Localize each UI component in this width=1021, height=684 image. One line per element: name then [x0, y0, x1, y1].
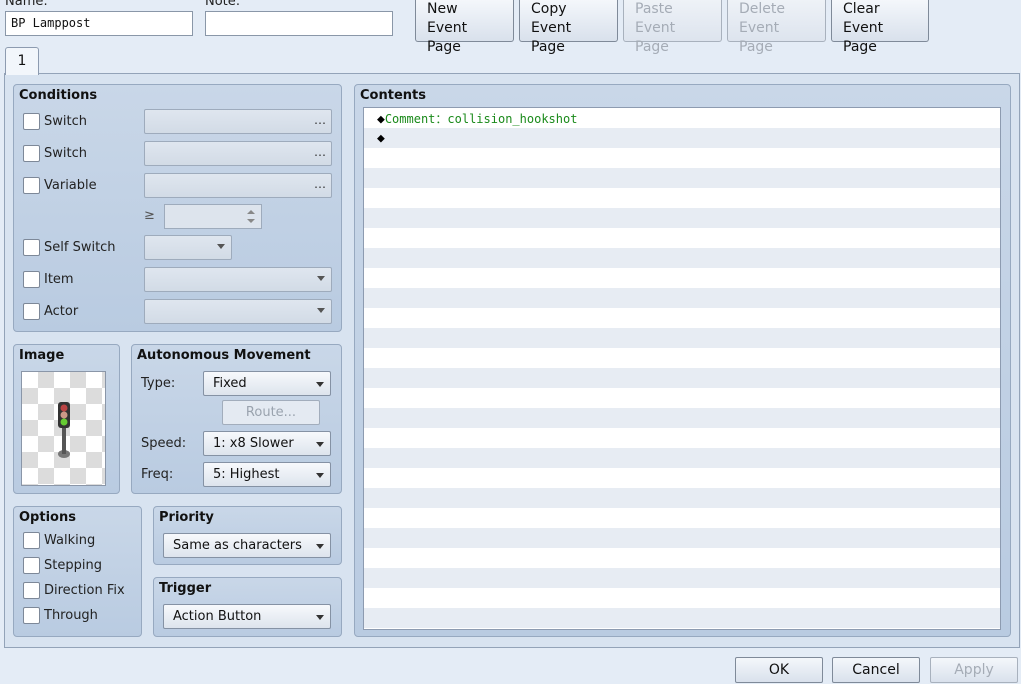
- chevron-down-icon: [217, 244, 225, 249]
- direction-fix-checkbox[interactable]: [23, 582, 40, 599]
- priority-dropdown[interactable]: Same as characters: [163, 533, 331, 558]
- options-group: Options Walking Stepping Direction Fix T…: [13, 506, 142, 637]
- image-group: Image: [13, 344, 120, 494]
- item-checkbox[interactable]: [23, 271, 40, 288]
- chevron-down-icon: [316, 473, 324, 478]
- comment-prefix: Comment：: [384, 112, 448, 126]
- empty-command-line[interactable]: ◆: [377, 128, 385, 148]
- options-title: Options: [19, 510, 76, 525]
- switch1-selector[interactable]: …: [144, 109, 332, 134]
- movement-freq-value: 5: Highest: [213, 467, 280, 482]
- chevron-down-icon: [316, 442, 324, 447]
- priority-value: Same as characters: [173, 538, 302, 553]
- diamond-icon: ◆: [377, 131, 385, 146]
- conditions-group: Conditions Switch … Switch … Variable … …: [13, 84, 342, 332]
- variable-value-spinner[interactable]: [164, 204, 262, 229]
- movement-freq-dropdown[interactable]: 5: Highest: [203, 462, 331, 487]
- contents-title: Contents: [360, 88, 426, 103]
- event-command-list[interactable]: ◆Comment：collision_hookshot ◆: [363, 107, 1001, 630]
- event-page-panel: Conditions Switch … Switch … Variable … …: [4, 73, 1020, 648]
- copy-event-page-button[interactable]: Copy Event Page: [519, 0, 618, 55]
- diamond-icon: ◆: [377, 112, 385, 127]
- name-input[interactable]: BP Lamppost: [5, 11, 193, 36]
- actor-label: Actor: [44, 304, 79, 319]
- item-dropdown[interactable]: [144, 267, 332, 292]
- image-title: Image: [19, 348, 65, 363]
- chevron-down-icon: [316, 544, 324, 549]
- apply-button[interactable]: Apply: [930, 657, 1018, 683]
- route-button[interactable]: Route...: [222, 400, 320, 425]
- trigger-value: Action Button: [173, 609, 262, 624]
- ellipsis-icon: …: [314, 145, 326, 159]
- note-label: Note:: [205, 0, 241, 9]
- speed-label: Speed:: [141, 436, 187, 451]
- name-label: Name:: [5, 0, 48, 9]
- movement-type-value: Fixed: [213, 376, 247, 391]
- trigger-dropdown[interactable]: Action Button: [163, 604, 331, 629]
- actor-dropdown[interactable]: [144, 299, 332, 324]
- switch2-selector[interactable]: …: [144, 141, 332, 166]
- movement-speed-dropdown[interactable]: 1: x8 Slower: [203, 431, 331, 456]
- actor-checkbox[interactable]: [23, 303, 40, 320]
- walking-label: Walking: [44, 533, 96, 548]
- note-input[interactable]: [205, 11, 393, 36]
- movement-speed-value: 1: x8 Slower: [213, 436, 294, 451]
- new-event-page-button[interactable]: New Event Page: [415, 0, 514, 55]
- item-label: Item: [44, 272, 74, 287]
- autonomous-movement-group: Autonomous Movement Type: Fixed Route...…: [131, 344, 342, 494]
- type-label: Type:: [141, 376, 176, 391]
- freq-label: Freq:: [141, 467, 174, 482]
- switch1-label: Switch: [44, 114, 87, 129]
- command-line[interactable]: ◆Comment：collision_hookshot: [377, 109, 577, 129]
- delete-event-page-button[interactable]: Delete Event Page: [727, 0, 826, 55]
- variable-label: Variable: [44, 178, 97, 193]
- chevron-down-icon: [317, 308, 325, 313]
- cancel-button[interactable]: Cancel: [832, 657, 920, 683]
- stepping-label: Stepping: [44, 558, 102, 573]
- spin-down-icon[interactable]: [247, 219, 255, 223]
- variable-checkbox[interactable]: [23, 177, 40, 194]
- direction-fix-label: Direction Fix: [44, 583, 125, 598]
- priority-group: Priority Same as characters: [153, 506, 342, 565]
- stepping-checkbox[interactable]: [23, 557, 40, 574]
- movement-type-dropdown[interactable]: Fixed: [203, 371, 331, 396]
- through-checkbox[interactable]: [23, 607, 40, 624]
- ok-button[interactable]: OK: [735, 657, 823, 683]
- tab-page-1[interactable]: 1: [5, 47, 39, 75]
- switch1-checkbox[interactable]: [23, 113, 40, 130]
- through-label: Through: [44, 608, 98, 623]
- spin-up-icon[interactable]: [247, 210, 255, 214]
- walking-checkbox[interactable]: [23, 532, 40, 549]
- conditions-title: Conditions: [19, 88, 98, 103]
- self-switch-dropdown[interactable]: [144, 235, 232, 260]
- contents-group: Contents ◆Comment：collision_hookshot ◆: [354, 84, 1011, 637]
- priority-title: Priority: [159, 510, 214, 525]
- chevron-down-icon: [316, 615, 324, 620]
- ellipsis-icon: …: [314, 113, 326, 127]
- chevron-down-icon: [317, 276, 325, 281]
- traffic-light-icon: [58, 402, 70, 458]
- character-image-box[interactable]: [21, 371, 106, 486]
- trigger-group: Trigger Action Button: [153, 577, 342, 637]
- switch2-checkbox[interactable]: [23, 145, 40, 162]
- self-switch-checkbox[interactable]: [23, 239, 40, 256]
- ge-symbol: ≥: [144, 208, 155, 223]
- switch2-label: Switch: [44, 146, 87, 161]
- movement-title: Autonomous Movement: [137, 348, 311, 363]
- comment-text: collision_hookshot: [447, 112, 578, 126]
- self-switch-label: Self Switch: [44, 240, 116, 255]
- chevron-down-icon: [316, 382, 324, 387]
- paste-event-page-button[interactable]: Paste Event Page: [623, 0, 722, 55]
- ellipsis-icon: …: [314, 177, 326, 191]
- clear-event-page-button[interactable]: Clear Event Page: [831, 0, 929, 55]
- trigger-title: Trigger: [159, 581, 212, 596]
- variable-selector[interactable]: …: [144, 173, 332, 198]
